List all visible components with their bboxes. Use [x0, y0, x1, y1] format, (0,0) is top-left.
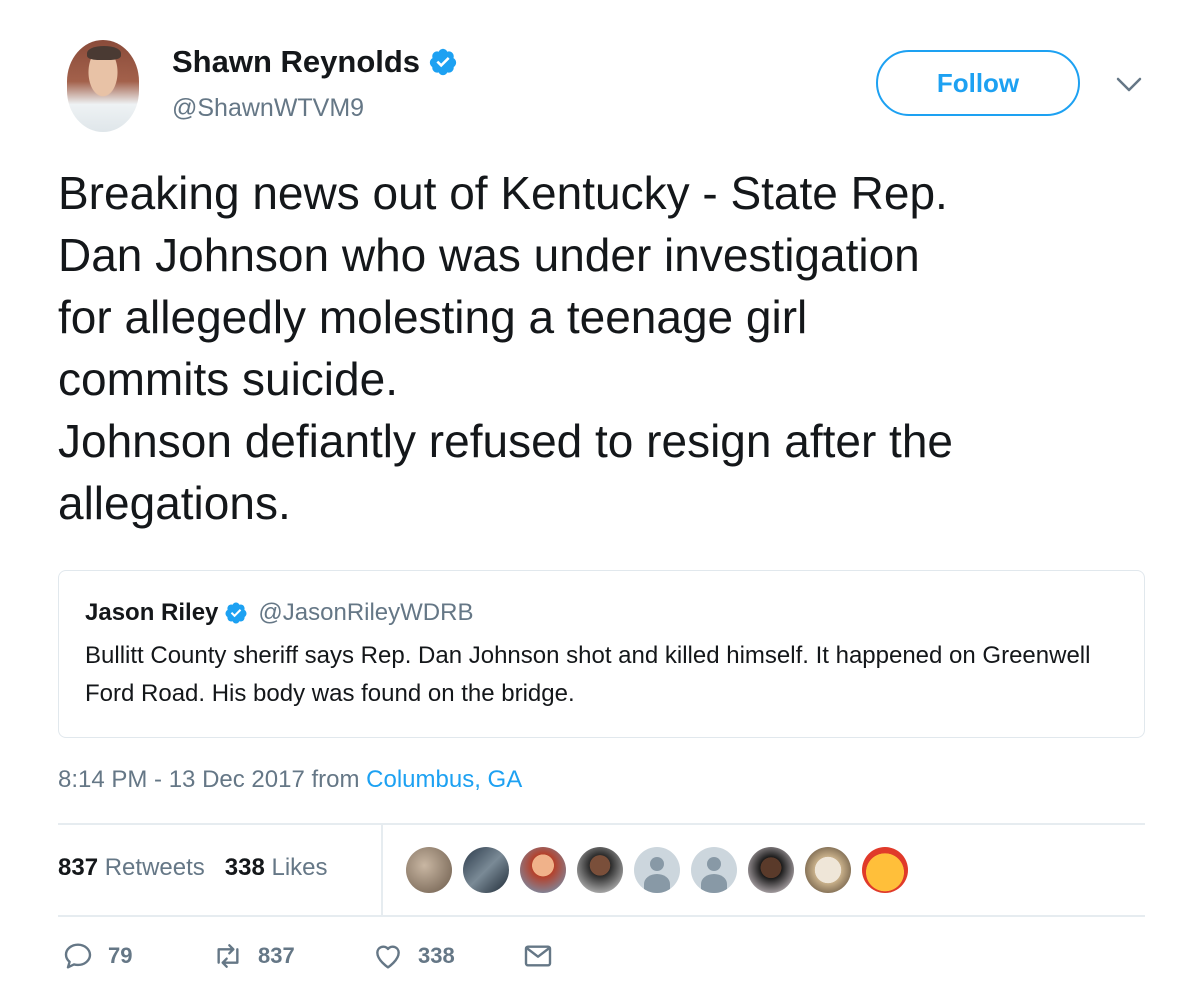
timestamp-location-link[interactable]: Columbus, GA — [366, 766, 522, 793]
retweet-button[interactable]: 837 — [212, 940, 372, 972]
likes-stat[interactable]: 338 Likes — [225, 854, 328, 882]
timestamp-time[interactable]: 8:14 PM - 13 Dec 2017 from — [58, 766, 366, 793]
liker-avatar[interactable] — [577, 847, 623, 893]
reply-button[interactable]: 79 — [62, 940, 212, 972]
author-avatar[interactable] — [67, 40, 139, 132]
heart-icon — [376, 945, 400, 969]
quoted-tweet-header: Jason Riley @JasonRileyWDRB — [85, 599, 473, 627]
retweet-count: 837 — [258, 943, 295, 968]
liker-avatar[interactable] — [748, 847, 794, 893]
tweet-actions: 79 837 338 — [62, 940, 554, 972]
liker-avatar[interactable] — [520, 847, 566, 893]
liker-avatars — [406, 847, 908, 893]
follow-button[interactable]: Follow — [876, 50, 1080, 116]
retweet-icon — [217, 944, 239, 968]
quoted-author-name: Jason Riley — [85, 599, 219, 626]
quoted-author-handle: @JasonRileyWDRB — [258, 599, 474, 626]
verified-badge-icon — [429, 48, 457, 76]
direct-message-button[interactable] — [522, 940, 554, 972]
liker-avatar[interactable] — [805, 847, 851, 893]
likes-count: 338 — [224, 854, 265, 881]
liker-avatar[interactable] — [862, 847, 908, 893]
retweets-label: Retweets — [104, 854, 205, 881]
divider — [58, 823, 1145, 825]
liker-avatar[interactable] — [406, 847, 452, 893]
quoted-tweet-text: Bullitt County sheriff says Rep. Dan Joh… — [85, 642, 1091, 707]
author-handle[interactable]: @ShawnWTVM9 — [172, 94, 364, 123]
retweets-count: 837 — [58, 854, 99, 881]
verified-badge-icon — [225, 602, 247, 624]
likes-label: Likes — [271, 854, 328, 881]
envelope-icon — [524, 945, 552, 967]
tweet-text: Breaking news out of Kentucky - State Re… — [58, 167, 954, 529]
tweet-stats: 837 Retweets 338 Likes — [58, 854, 328, 882]
reply-count: 79 — [108, 943, 133, 968]
divider — [381, 824, 383, 916]
like-button[interactable]: 338 — [372, 940, 522, 972]
tweet-timestamp: 8:14 PM - 13 Dec 2017 from Columbus, GA — [58, 766, 522, 794]
liker-avatar[interactable] — [463, 847, 509, 893]
quoted-tweet-card[interactable]: Jason Riley @JasonRileyWDRB Bullitt Coun… — [58, 570, 1145, 738]
divider — [58, 915, 1145, 917]
retweets-stat[interactable]: 837 Retweets — [58, 854, 205, 882]
reply-icon — [64, 943, 92, 969]
default-avatar[interactable] — [691, 847, 737, 893]
chevron-down-icon[interactable] — [1114, 74, 1144, 96]
author-name-row: Shawn Reynolds — [172, 44, 458, 80]
author-name[interactable]: Shawn Reynolds — [172, 44, 420, 80]
default-avatar[interactable] — [634, 847, 680, 893]
like-count: 338 — [418, 943, 455, 968]
